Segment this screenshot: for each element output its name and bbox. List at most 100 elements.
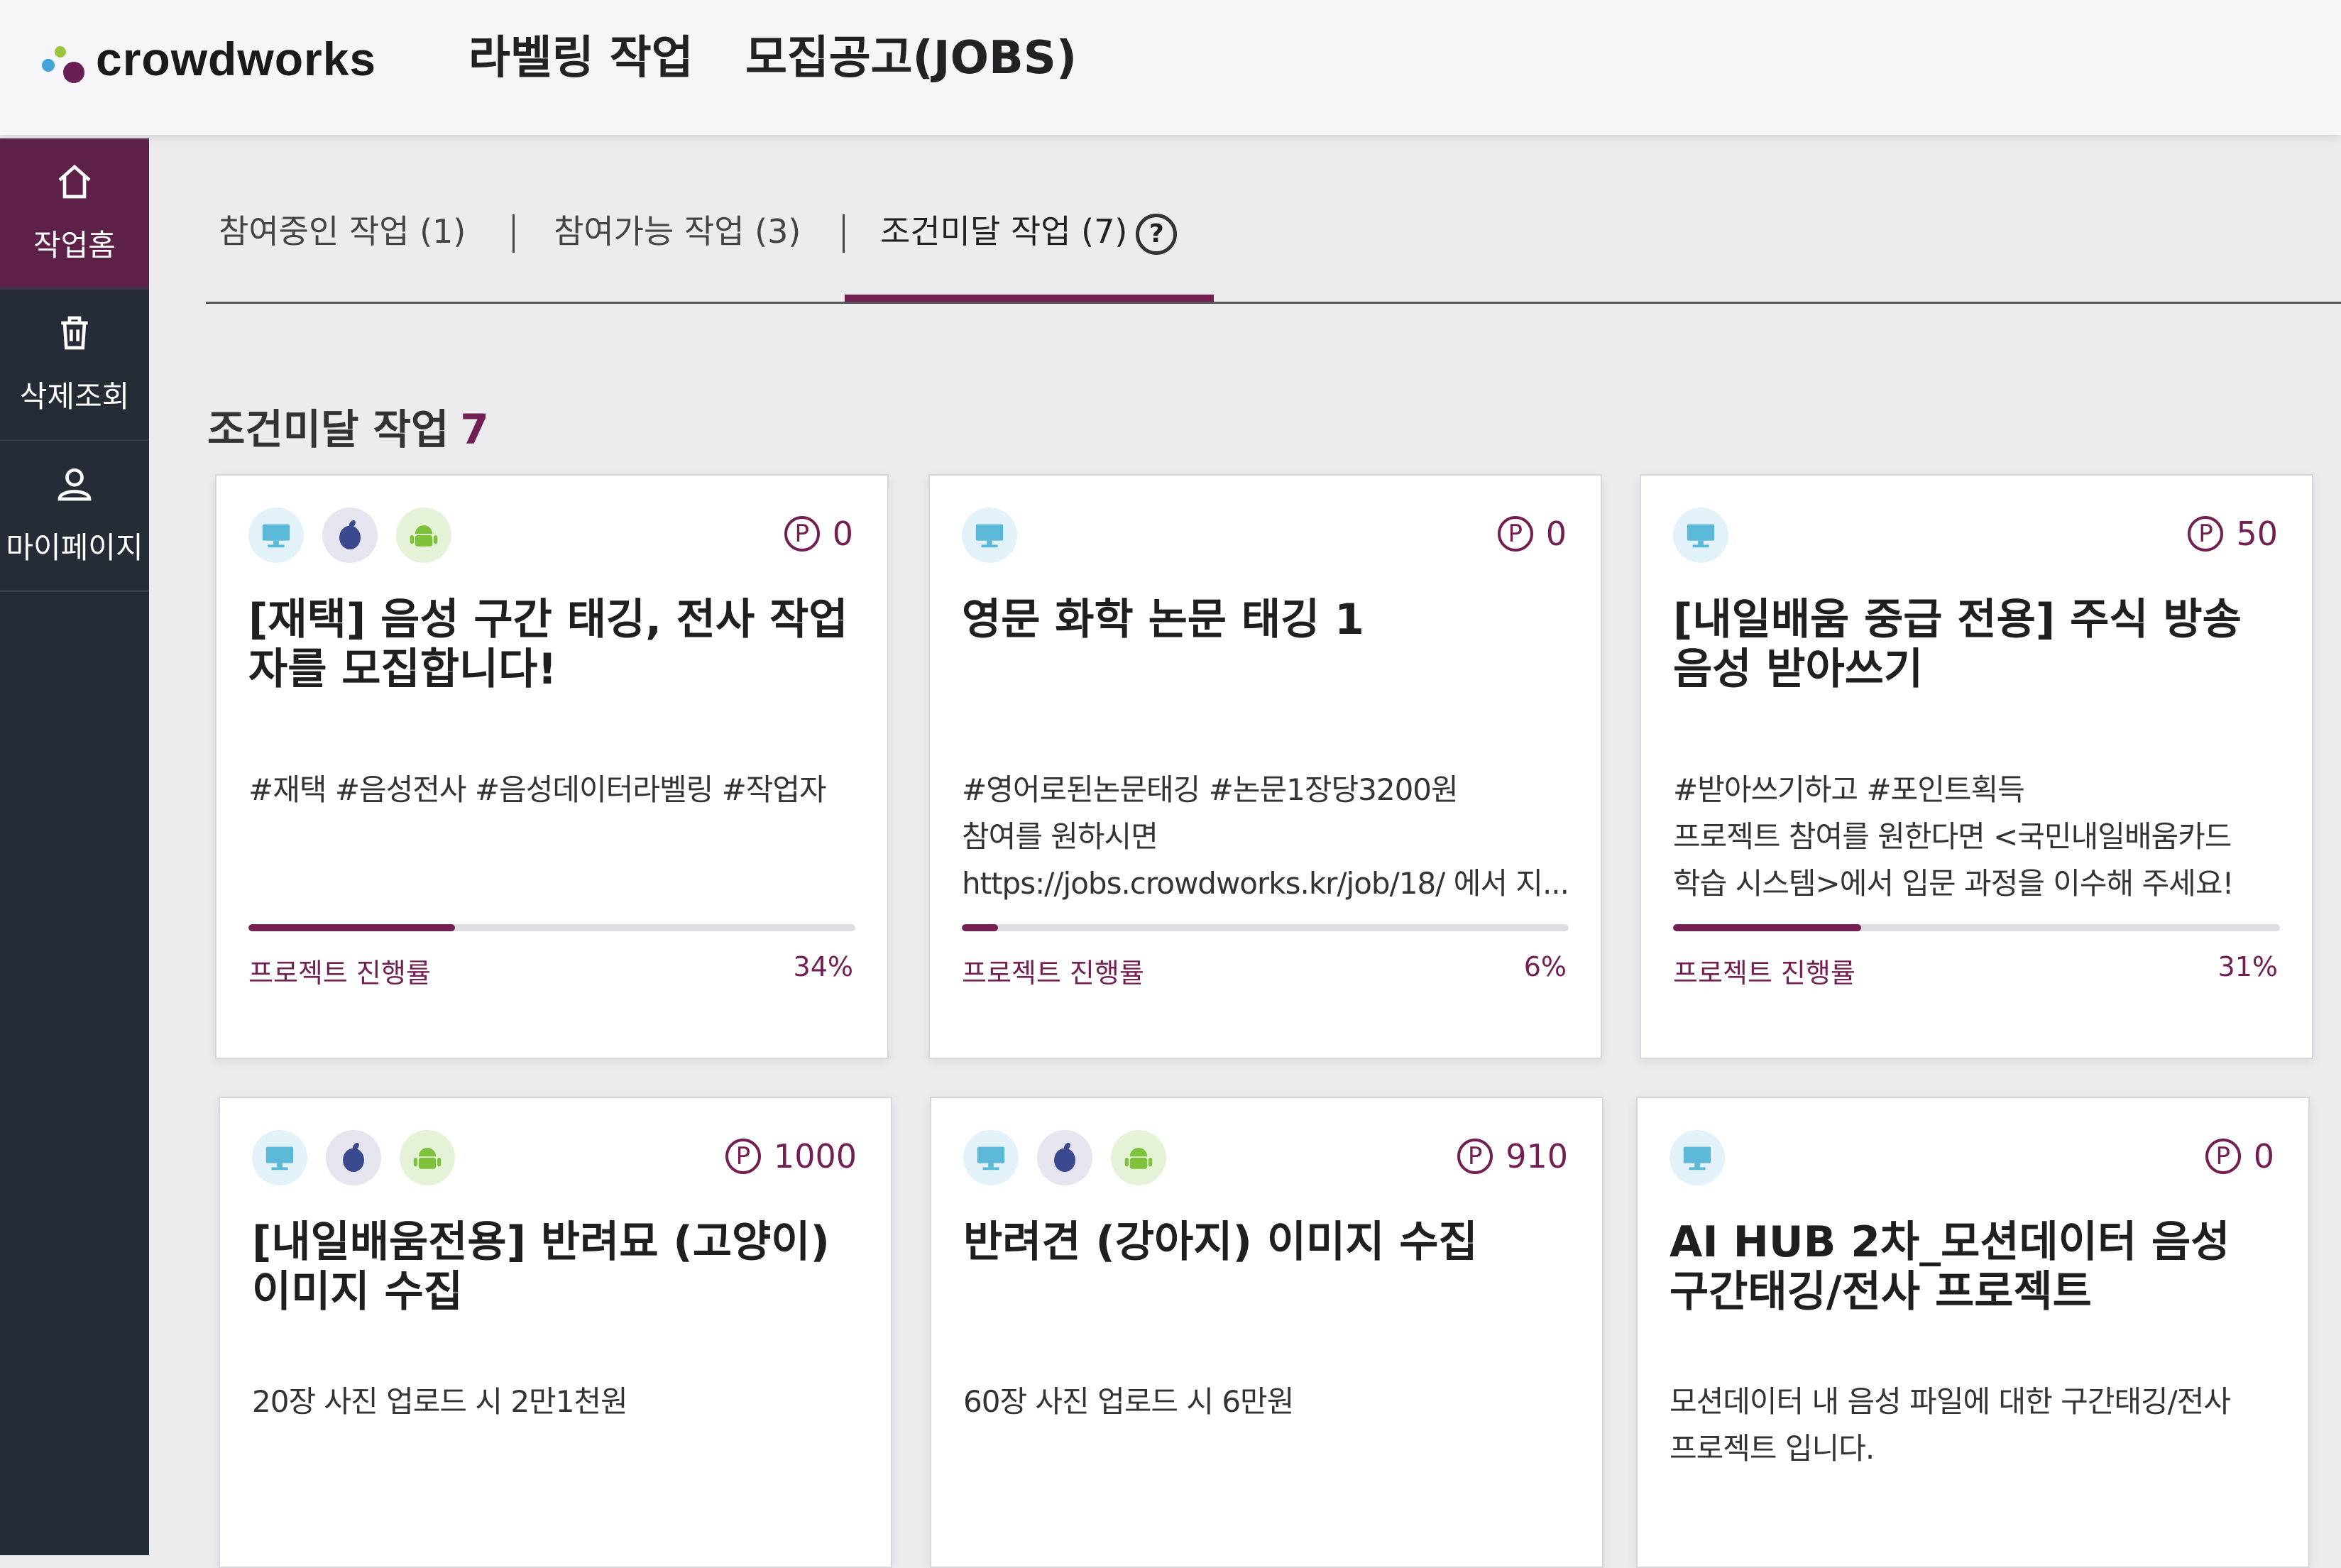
help-icon[interactable]: ?: [1136, 213, 1178, 255]
card-description: 60장 사진 업로드 시 6만원: [963, 1378, 1574, 1425]
card-desc-line: 모션데이터 내 음성 파일에 대한 구간태깅/전사: [1670, 1384, 2231, 1419]
crowdworks-logo[interactable]: crowdworks: [39, 27, 376, 91]
point-icon: P: [1457, 1139, 1493, 1174]
pc-platform-icon: [963, 1130, 1019, 1185]
progress-fill: [962, 924, 999, 931]
apple-platform-icon: [326, 1130, 381, 1185]
logo-text: crowdworks: [96, 33, 377, 85]
card-desc-line: 프로젝트 참여를 원한다면 <국민내일배움카드: [1673, 819, 2232, 854]
tab-participating[interactable]: 참여중인 작업 (1): [219, 206, 466, 253]
top-bar: crowdworks 라벨링 작업 모집공고(JOBS): [0, 0, 2341, 135]
card-desc-line: 프로젝트 입니다.: [1670, 1431, 1875, 1466]
tab-divider: [843, 214, 845, 253]
pc-platform-icon: [252, 1130, 307, 1185]
progress-label: 프로젝트 진행률: [248, 958, 431, 989]
points-value: 910: [1506, 1137, 1568, 1175]
project-card[interactable]: P0 AI HUB 2차_모션데이터 음성 구간태깅/전사 프로젝트 모션데이터…: [1636, 1097, 2310, 1568]
card-desc-line: 20장 사진 업로드 시 2만1천원: [252, 1384, 628, 1419]
trash-icon: [61, 316, 88, 349]
progress-bar: [248, 924, 855, 931]
apple-platform-icon: [1037, 1130, 1092, 1185]
section-title-text: 조건미달 작업: [207, 405, 449, 454]
task-tabs: 참여중인 작업 (1) 참여가능 작업 (3) 조건미달 작업 (7)?: [206, 177, 2341, 304]
card-tags: #영어로된논문태깅 #논문1장당3200원: [962, 772, 1459, 807]
card-tags: #받아쓰기하고 #포인트획득: [1673, 772, 2025, 807]
progress-percent: 31%: [2217, 951, 2278, 982]
card-desc-line: 60장 사진 업로드 시 6만원: [963, 1384, 1294, 1419]
apple-platform-icon: [322, 508, 378, 563]
tab-unqualified[interactable]: 조건미달 작업 (7)?: [880, 206, 1178, 255]
card-tags: #재택 #음성전사 #음성데이터라벨링 #작업자: [248, 772, 827, 807]
sidebar-item-work-home[interactable]: 작업홈: [0, 138, 149, 290]
progress-fill: [248, 924, 455, 931]
point-icon: P: [725, 1139, 761, 1174]
points-value: 0: [832, 515, 853, 553]
progress-percent: 6%: [1523, 951, 1567, 982]
points-value: 0: [1545, 515, 1567, 553]
sidebar-item-mypage[interactable]: 마이페이지: [0, 441, 149, 592]
reward-points: P 50: [2188, 515, 2278, 553]
platform-icons: [963, 1130, 1185, 1185]
project-card[interactable]: P 50 [내일배움 중급 전용] 주식 방송 음성 받아쓰기 #받아쓰기하고 #…: [1640, 474, 2313, 1059]
platform-icons: [962, 508, 1036, 563]
project-card[interactable]: P 1000 [내일배움전용] 반려묘 (고양이) 이미지 수집 20장 사진 업…: [219, 1097, 892, 1568]
sidebar: 작업홈 삭제조회 마이페이지: [0, 138, 149, 1555]
points-value: 1000: [773, 1137, 857, 1175]
project-card[interactable]: P 910 반려견 (강아지) 이미지 수집 60장 사진 업로드 시 6만원: [930, 1097, 1603, 1568]
points-value: 0: [2253, 1137, 2274, 1175]
pc-platform-icon: [962, 508, 1017, 563]
card-description: #받아쓰기하고 #포인트획득 프로젝트 참여를 원한다면 <국민내일배움카드 학…: [1673, 767, 2284, 907]
progress-label: 프로젝트 진행률: [962, 958, 1144, 989]
card-title[interactable]: [재택] 음성 구간 태깅, 전사 작업자를 모집합니다!: [248, 595, 859, 694]
point-icon: P: [2188, 516, 2224, 552]
card-description: #영어로된논문태깅 #논문1장당3200원 참여를 원하시면 https://j…: [962, 767, 1572, 907]
sidebar-item-label: 작업홈: [33, 227, 116, 263]
reward-points: P 1000: [725, 1137, 857, 1175]
sidebar-item-deleted[interactable]: 삭제조회: [0, 290, 149, 441]
platform-icons: [1673, 508, 1747, 563]
nav-labeling-work[interactable]: 라벨링 작업: [468, 21, 693, 87]
tab-divider: [512, 214, 515, 253]
point-icon: P: [1497, 516, 1533, 552]
platform-icons: [252, 1130, 473, 1185]
user-icon: [57, 468, 92, 500]
card-desc-link: https://jobs.crowdworks.kr/job/18/ 에서 지.…: [962, 866, 1569, 901]
card-title[interactable]: 반려견 (강아지) 이미지 수집: [963, 1217, 1574, 1267]
android-platform-icon: [396, 508, 451, 563]
progress-fill: [1673, 924, 1862, 931]
project-card[interactable]: P0 영문 화학 논문 태깅 1 #영어로된논문태깅 #논문1장당3200원 참…: [928, 474, 1602, 1059]
section-title: 조건미달 작업 7: [207, 396, 489, 456]
pc-platform-icon: [1670, 1130, 1725, 1185]
active-tab-indicator: [845, 295, 1214, 302]
platform-icons: [1670, 1130, 1743, 1185]
android-platform-icon: [1111, 1130, 1166, 1185]
points-value: 50: [2236, 515, 2278, 553]
progress-bar: [962, 924, 1569, 931]
point-icon: P: [2205, 1139, 2241, 1174]
project-card[interactable]: P0 [재택] 음성 구간 태깅, 전사 작업자를 모집합니다! #재택 #음성…: [215, 474, 889, 1059]
card-description: #재택 #음성전사 #음성데이터라벨링 #작업자: [248, 767, 859, 813]
card-description: 20장 사진 업로드 시 2만1천원: [252, 1378, 862, 1425]
sidebar-item-label: 마이페이지: [6, 530, 143, 565]
reward-points: P0: [1497, 515, 1567, 553]
platform-icons: [248, 508, 470, 563]
reward-points: P0: [784, 515, 853, 553]
sidebar-item-label: 삭제조회: [19, 378, 130, 414]
progress-percent: 34%: [793, 951, 853, 982]
pc-platform-icon: [1673, 508, 1728, 563]
card-title[interactable]: [내일배움 중급 전용] 주식 방송 음성 받아쓰기: [1673, 595, 2284, 694]
pc-platform-icon: [248, 508, 304, 563]
card-title[interactable]: AI HUB 2차_모션데이터 음성 구간태깅/전사 프로젝트: [1670, 1217, 2280, 1317]
progress-label: 프로젝트 진행률: [1673, 958, 1855, 989]
logo-mark-icon: [39, 31, 96, 87]
card-title[interactable]: 영문 화학 논문 태깅 1: [962, 595, 1572, 645]
nav-jobs[interactable]: 모집공고(JOBS): [745, 21, 1077, 87]
android-platform-icon: [400, 1130, 455, 1185]
tab-available[interactable]: 참여가능 작업 (3): [554, 206, 801, 253]
card-desc-line: 참여를 원하시면: [962, 819, 1158, 854]
section-count: 7: [460, 405, 489, 454]
reward-points: P0: [2205, 1137, 2274, 1175]
home-icon: [58, 164, 91, 198]
progress-bar: [1673, 924, 2280, 931]
card-title[interactable]: [내일배움전용] 반려묘 (고양이) 이미지 수집: [252, 1217, 862, 1317]
